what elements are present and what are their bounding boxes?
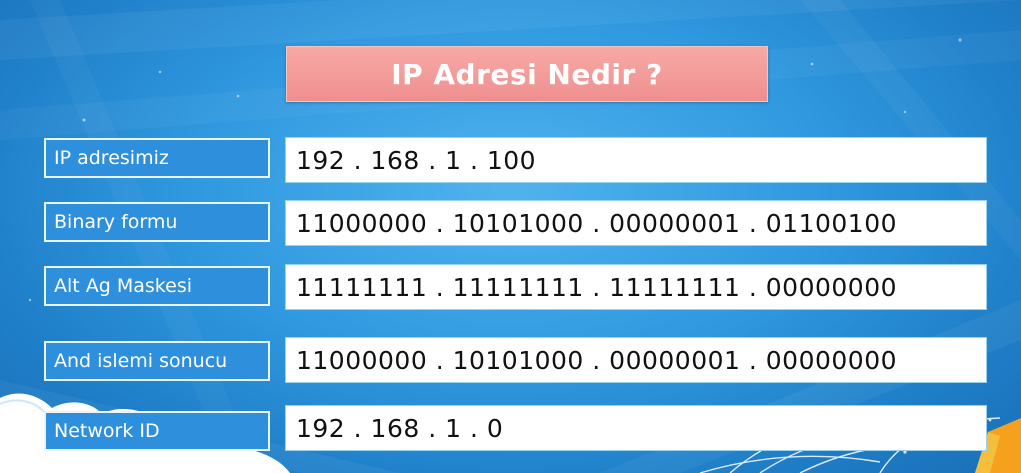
- title-banner: IP Adresi Nedir ?: [286, 46, 768, 102]
- label-ip-address: IP adresimiz: [54, 147, 169, 169]
- value-and-result: 11000000 . 10101000 . 00000001 . 0000000…: [296, 345, 898, 375]
- value-network-id: 192 . 168 . 1 . 0: [296, 413, 504, 443]
- value-ip-address: 192 . 168 . 1 . 100: [296, 145, 537, 175]
- value-subnet-mask: 11111111 . 11111111 . 11111111 . 0000000…: [296, 272, 898, 302]
- label-and-result: And islemi sonucu: [54, 350, 228, 372]
- value-box-network-id: 192 . 168 . 1 . 0: [285, 405, 987, 451]
- value-binary-form: 11000000 . 10101000 . 00000001 . 0110010…: [296, 208, 898, 238]
- value-box-and-result: 11000000 . 10101000 . 00000001 . 0000000…: [285, 337, 987, 383]
- label-box-ip-address: IP adresimiz: [44, 138, 270, 178]
- label-box-binary-form: Binary formu: [44, 202, 270, 242]
- value-box-binary-form: 11000000 . 10101000 . 00000001 . 0110010…: [285, 200, 987, 246]
- label-subnet-mask: Alt Ag Maskesi: [54, 275, 192, 297]
- value-box-subnet-mask: 11111111 . 11111111 . 11111111 . 0000000…: [285, 264, 987, 310]
- label-network-id: Network ID: [54, 420, 160, 442]
- label-box-network-id: Network ID: [44, 411, 270, 451]
- value-box-ip-address: 192 . 168 . 1 . 100: [285, 137, 987, 183]
- label-binary-form: Binary formu: [54, 211, 178, 233]
- label-box-subnet-mask: Alt Ag Maskesi: [44, 266, 270, 306]
- label-box-and-result: And islemi sonucu: [44, 341, 270, 381]
- page-title: IP Adresi Nedir ?: [391, 57, 663, 91]
